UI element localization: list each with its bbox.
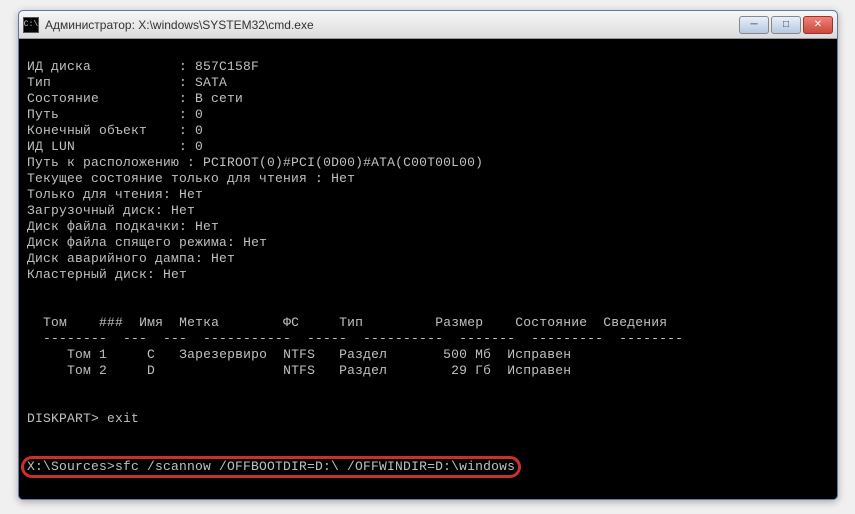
- info-line: Состояние : В сети: [27, 91, 243, 106]
- blank-line: [27, 475, 829, 491]
- table-divider: -------- --- --- ----------- ----- -----…: [27, 331, 683, 346]
- table-header: Том ### Имя Метка ФС Тип Размер Состояни…: [27, 315, 667, 330]
- table-row: Том 1 C Зарезервиро NTFS Раздел 500 Мб И…: [27, 347, 571, 362]
- info-line: Путь к расположению : PCIROOT(0)#PCI(0D0…: [27, 155, 483, 170]
- close-button[interactable]: ✕: [803, 16, 833, 34]
- command-prompt-window: C:\ Администратор: X:\windows\SYSTEM32\c…: [18, 10, 838, 500]
- blank-line: [27, 427, 829, 443]
- info-line: Только для чтения: Нет: [27, 187, 203, 202]
- cmd-icon: C:\: [23, 17, 39, 33]
- maximize-button[interactable]: □: [771, 16, 801, 34]
- table-row: Том 2 D NTFS Раздел 29 Гб Исправен: [27, 363, 571, 378]
- info-line: Тип : SATA: [27, 75, 227, 90]
- info-line: ИД диска : 857C158F: [27, 59, 259, 74]
- terminal-output[interactable]: ИД диска : 857C158F Тип : SATA Состояние…: [19, 39, 837, 499]
- titlebar: C:\ Администратор: X:\windows\SYSTEM32\c…: [19, 11, 837, 39]
- window-title: Администратор: X:\windows\SYSTEM32\cmd.e…: [45, 18, 739, 32]
- info-line: Путь : 0: [27, 107, 203, 122]
- info-line: Диск файла подкачки: Нет: [27, 219, 219, 234]
- diskpart-exit-line: DISKPART> exit: [27, 411, 139, 426]
- info-line: ИД LUN : 0: [27, 139, 203, 154]
- info-line: Диск аварийного дампа: Нет: [27, 251, 235, 266]
- blank-line: [27, 283, 829, 299]
- sfc-command-line: X:\Sources>sfc /scannow /OFFBOOTDIR=D:\ …: [27, 459, 515, 475]
- blank-line: [27, 379, 829, 395]
- info-line: Текущее состояние только для чтения : Не…: [27, 171, 355, 186]
- info-line: Загрузочный диск: Нет: [27, 203, 195, 218]
- info-line: Кластерный диск: Нет: [27, 267, 187, 282]
- info-line: Конечный объект : 0: [27, 123, 203, 138]
- minimize-button[interactable]: ─: [739, 16, 769, 34]
- window-controls: ─ □ ✕: [739, 16, 833, 34]
- info-line: Диск файла спящего режима: Нет: [27, 235, 267, 250]
